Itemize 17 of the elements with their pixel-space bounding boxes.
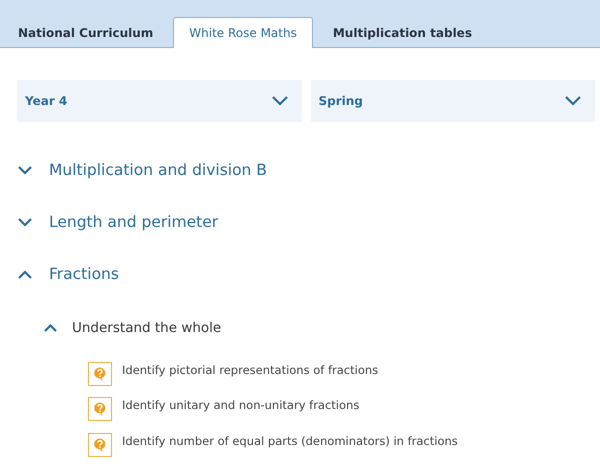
question-icon[interactable] <box>88 432 112 457</box>
subtopic-item[interactable]: Understand the whole <box>18 300 600 356</box>
question-icon[interactable] <box>88 362 112 386</box>
activity-link[interactable]: Identify pictorial representations of fractions <box>122 362 378 377</box>
question-icon[interactable] <box>88 397 112 422</box>
tab[interactable]: Multiplication tables <box>316 17 488 48</box>
tab[interactable]: White Rose Maths <box>173 17 313 48</box>
activity-link[interactable]: Identify unitary and non-unitary fractions <box>122 398 360 412</box>
activity-link[interactable]: Identify number of equal parts (denominators) in fractions <box>122 434 458 448</box>
dropdown[interactable]: Spring <box>310 80 595 122</box>
topic-item[interactable]: Length and perimeter <box>18 196 600 248</box>
dropdown[interactable]: Year 4 <box>17 80 302 122</box>
tab[interactable]: National Curriculum <box>2 17 170 48</box>
topic-item[interactable]: Fractions <box>18 248 600 300</box>
chevron-down-icon <box>565 96 581 106</box>
chevron-down-icon <box>272 96 288 106</box>
topic-item[interactable]: Multiplication and division B <box>18 144 600 196</box>
